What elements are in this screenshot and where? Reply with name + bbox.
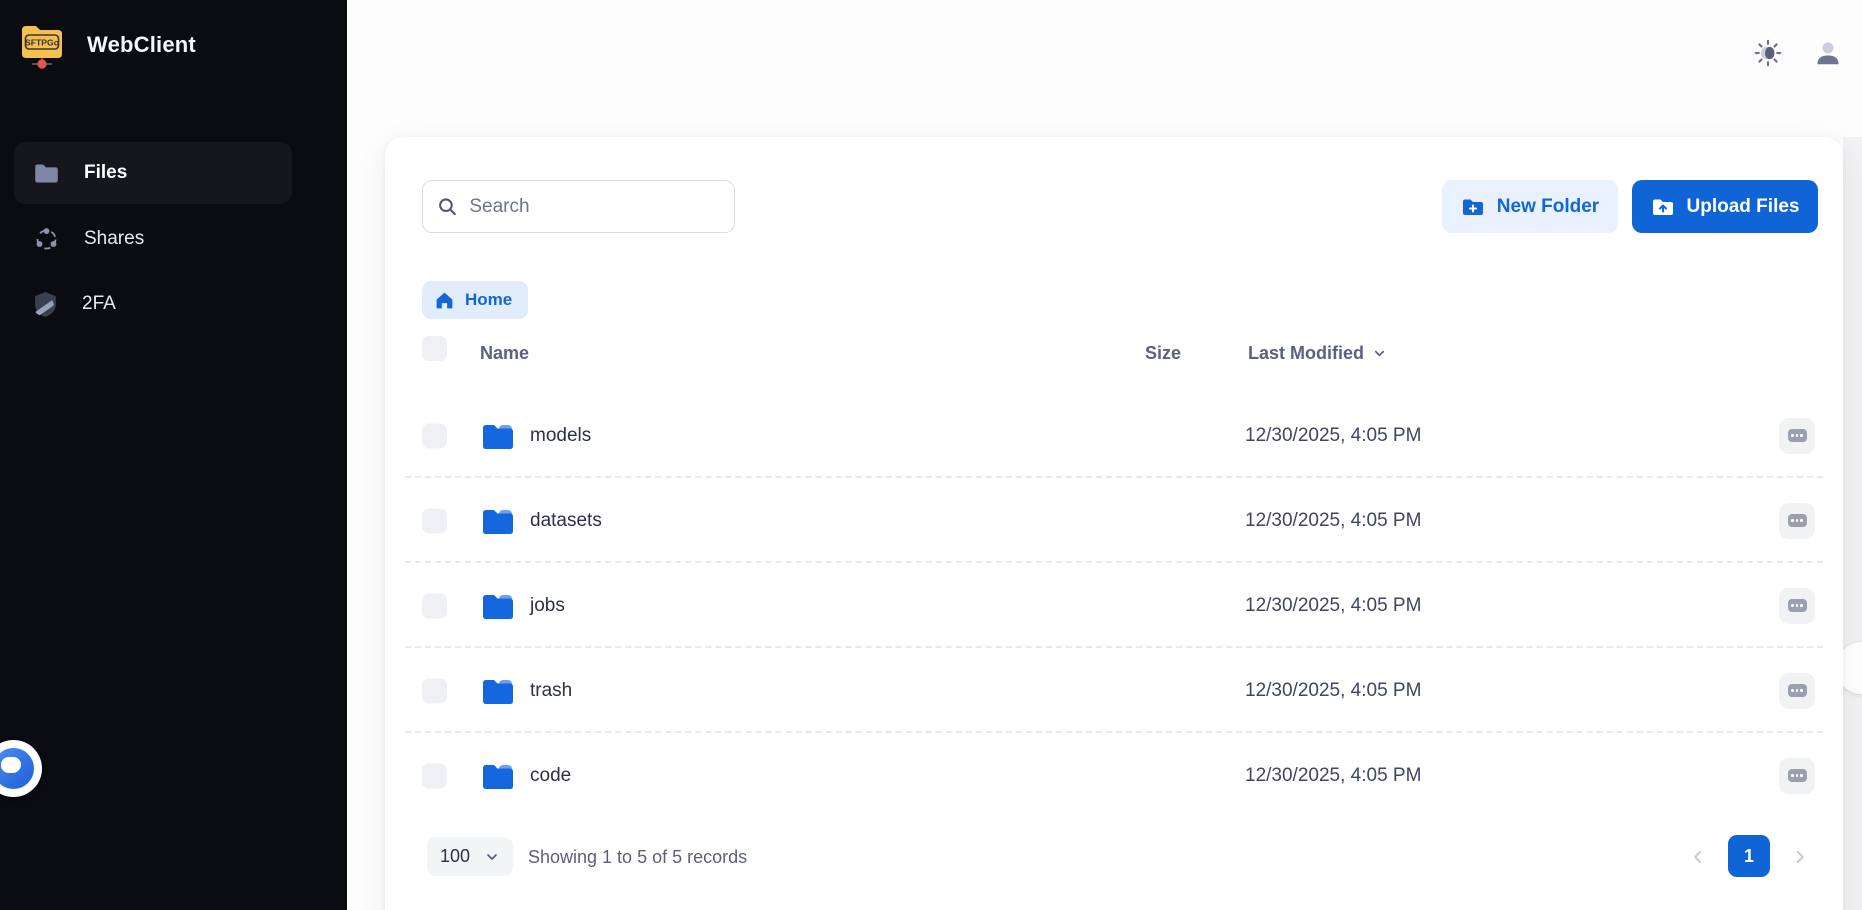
sun-moon-icon: [1753, 38, 1783, 68]
file-name[interactable]: models: [530, 425, 591, 447]
folder-icon: [482, 422, 514, 450]
webclient-screen: SFTPGo WebClient Files Shares: [0, 0, 1862, 910]
sidebar-item-2fa[interactable]: 2FA: [14, 273, 292, 335]
table-row[interactable]: trash 12/30/2025, 4:05 PM: [385, 648, 1843, 733]
row-checkbox[interactable]: [422, 763, 447, 788]
pagination-prev-button[interactable]: [1683, 842, 1713, 872]
user-icon: [1813, 38, 1843, 68]
table-header: Name Size Last Modified: [385, 329, 1843, 385]
sidebar-item-label: Shares: [84, 228, 144, 250]
ellipsis-icon: [1788, 769, 1807, 782]
folder-icon: [482, 762, 514, 790]
floating-badge[interactable]: [0, 740, 42, 797]
page-size-select[interactable]: 100: [427, 837, 513, 876]
row-actions-button[interactable]: [1779, 418, 1815, 454]
shares-icon: [33, 226, 60, 253]
folder-icon: [482, 507, 514, 535]
sidebar: SFTPGo WebClient Files Shares: [0, 0, 347, 910]
table-row[interactable]: models 12/30/2025, 4:05 PM: [385, 393, 1843, 478]
sidebar-item-label: 2FA: [82, 293, 116, 315]
ellipsis-icon: [1788, 429, 1807, 442]
table-row[interactable]: jobs 12/30/2025, 4:05 PM: [385, 563, 1843, 648]
theme-toggle-button[interactable]: [1750, 35, 1786, 71]
app-title: WebClient: [87, 32, 196, 58]
folder-icon: [482, 592, 514, 620]
row-checkbox[interactable]: [422, 593, 447, 618]
new-folder-button[interactable]: New Folder: [1442, 180, 1618, 233]
folder-plus-icon: [1461, 195, 1485, 219]
search-input[interactable]: [469, 196, 720, 218]
files-panel: New Folder Upload Files Home Name Size L…: [385, 137, 1843, 910]
new-folder-label: New Folder: [1497, 196, 1599, 218]
sidebar-item-shares[interactable]: Shares: [14, 208, 292, 270]
chevron-down-icon: [484, 849, 500, 865]
file-name[interactable]: trash: [530, 680, 572, 702]
upload-files-label: Upload Files: [1687, 196, 1800, 218]
home-icon: [434, 290, 455, 311]
folder-upload-icon: [1651, 195, 1675, 219]
row-checkbox[interactable]: [422, 423, 447, 448]
sidebar-item-files[interactable]: Files: [14, 142, 292, 204]
search-icon: [437, 195, 457, 218]
pagination-next-button[interactable]: [1785, 842, 1815, 872]
file-modified: 12/30/2025, 4:05 PM: [1245, 425, 1421, 447]
row-actions-button[interactable]: [1779, 758, 1815, 794]
file-modified: 12/30/2025, 4:05 PM: [1245, 680, 1421, 702]
row-actions-button[interactable]: [1779, 588, 1815, 624]
ellipsis-icon: [1788, 684, 1807, 697]
file-modified: 12/30/2025, 4:05 PM: [1245, 765, 1421, 787]
breadcrumb-home-label: Home: [465, 290, 512, 310]
sftpgo-logo-icon: SFTPGo: [19, 20, 65, 70]
file-name[interactable]: code: [530, 765, 571, 787]
column-header-last-modified[interactable]: Last Modified: [1248, 343, 1387, 364]
file-name[interactable]: datasets: [530, 510, 602, 532]
upload-files-button[interactable]: Upload Files: [1632, 180, 1818, 233]
floating-badge-icon: [0, 748, 34, 789]
svg-text:SFTPGo: SFTPGo: [25, 38, 59, 48]
pagination-page-1[interactable]: 1: [1728, 835, 1770, 877]
file-name[interactable]: jobs: [530, 595, 565, 617]
row-checkbox[interactable]: [422, 678, 447, 703]
brand: SFTPGo WebClient: [19, 20, 196, 70]
row-checkbox[interactable]: [422, 508, 447, 533]
breadcrumb-home[interactable]: Home: [422, 281, 528, 319]
ellipsis-icon: [1788, 514, 1807, 527]
column-header-name[interactable]: Name: [480, 343, 529, 364]
page-size-value: 100: [440, 846, 470, 867]
row-actions-button[interactable]: [1779, 503, 1815, 539]
chevron-right-icon: [1790, 847, 1810, 867]
file-modified: 12/30/2025, 4:05 PM: [1245, 595, 1421, 617]
user-menu-button[interactable]: [1810, 35, 1846, 71]
folder-icon: [482, 677, 514, 705]
file-modified: 12/30/2025, 4:05 PM: [1245, 510, 1421, 532]
folder-icon: [33, 160, 60, 187]
row-actions-button[interactable]: [1779, 673, 1815, 709]
select-all-checkbox[interactable]: [422, 336, 447, 361]
sort-desc-icon: [1372, 346, 1387, 361]
table-row[interactable]: datasets 12/30/2025, 4:05 PM: [385, 478, 1843, 563]
records-summary: Showing 1 to 5 of 5 records: [528, 847, 747, 868]
column-header-size[interactable]: Size: [1145, 343, 1181, 364]
sidebar-item-label: Files: [84, 162, 127, 184]
search-box: [422, 180, 735, 233]
shield-icon: [33, 291, 58, 318]
right-gutter: [1843, 137, 1862, 910]
table-row[interactable]: code 12/30/2025, 4:05 PM: [385, 733, 1843, 818]
chevron-left-icon: [1688, 847, 1708, 867]
ellipsis-icon: [1788, 599, 1807, 612]
